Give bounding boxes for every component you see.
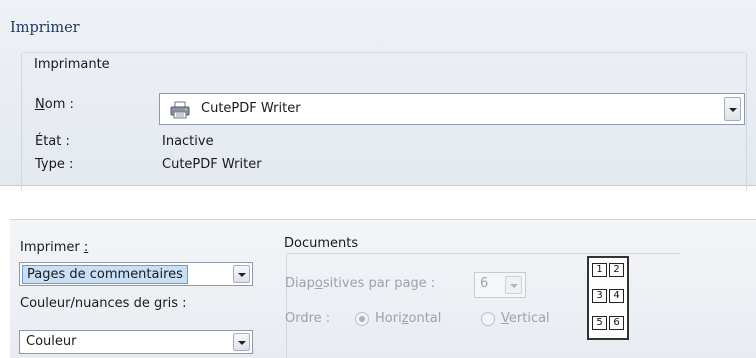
printer-group-legend: Imprimante [34, 57, 110, 72]
name-label: Nom : [35, 97, 74, 112]
color-value: Couleur [26, 334, 77, 349]
printer-name-value: CutePDF Writer [201, 101, 301, 116]
chevron-down-icon[interactable] [505, 276, 522, 294]
dialog-title: Imprimer [10, 20, 80, 36]
vertical-radio-label[interactable]: Vertical [501, 311, 550, 326]
preview-slot: 3 [592, 289, 607, 303]
slides-per-page-select[interactable]: 6 [474, 272, 526, 298]
page-layout-preview: 1 2 3 4 5 6 [587, 256, 629, 340]
preview-slot: 4 [609, 289, 624, 303]
slides-per-page-value: 6 [480, 276, 489, 291]
vertical-radio[interactable] [481, 312, 495, 326]
chevron-down-icon[interactable] [233, 333, 250, 351]
chevron-down-icon[interactable] [724, 97, 741, 121]
state-value: Inactive [162, 134, 214, 149]
color-select[interactable]: Couleur [19, 330, 253, 354]
horizontal-radio[interactable] [355, 312, 369, 326]
color-label: Couleur/nuances de gris : [20, 296, 187, 311]
chevron-down-icon[interactable] [233, 265, 250, 283]
preview-slot: 1 [592, 263, 607, 277]
print-what-value: Pages de commentaires [22, 265, 188, 284]
preview-slot: 6 [609, 316, 624, 330]
preview-slot: 5 [592, 316, 607, 330]
printer-icon [170, 101, 190, 119]
preview-slot: 2 [609, 263, 624, 277]
documents-legend: Documents [284, 236, 359, 251]
order-label: Ordre : [285, 311, 331, 326]
print-what-label: Imprimer : [20, 240, 89, 255]
printer-name-select[interactable]: CutePDF Writer [159, 93, 745, 125]
slides-per-page-label: Diapositives par page : [285, 276, 436, 291]
state-label: État : [35, 134, 70, 149]
print-what-select[interactable]: Pages de commentaires [19, 262, 253, 286]
type-value: CutePDF Writer [162, 157, 262, 172]
type-label: Type : [35, 157, 74, 172]
horizontal-radio-label[interactable]: Horizontal [375, 311, 441, 326]
